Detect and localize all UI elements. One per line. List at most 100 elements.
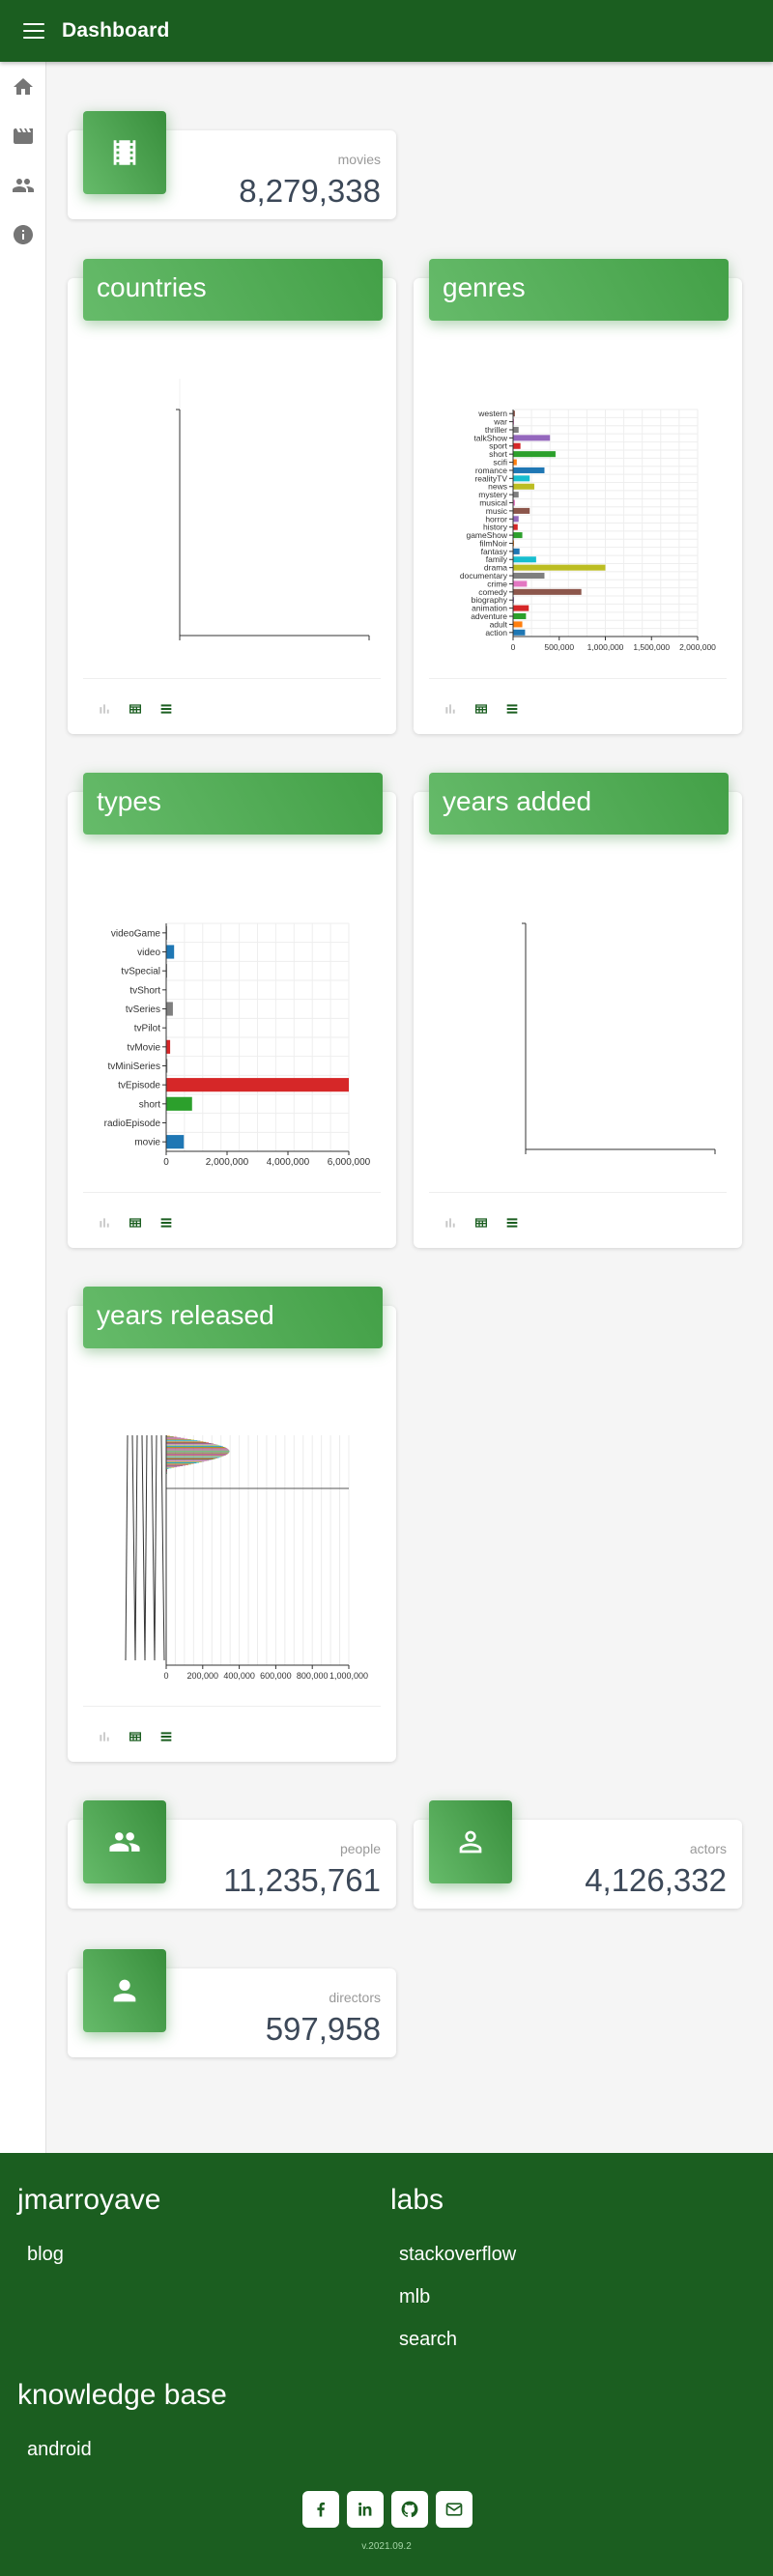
bar bbox=[166, 1456, 224, 1457]
years-added-chart-title: years added bbox=[429, 773, 729, 835]
movies-stat-card: movies 8,279,338 bbox=[68, 111, 396, 219]
bar bbox=[166, 1078, 349, 1092]
bar bbox=[513, 507, 530, 514]
menu-icon[interactable] bbox=[23, 23, 44, 39]
bar bbox=[166, 1460, 207, 1461]
list-tool[interactable] bbox=[504, 1215, 520, 1231]
bar bbox=[166, 945, 175, 959]
rail-item-info[interactable] bbox=[0, 210, 46, 259]
x-tick-label: 1,000,000 bbox=[329, 1671, 368, 1681]
countries-divider bbox=[83, 678, 381, 679]
people-icon bbox=[109, 1832, 140, 1852]
bar bbox=[513, 556, 536, 563]
genres-chart: westernwarthrillertalkShowsportshortscif… bbox=[460, 409, 716, 652]
years-added-card: years added bbox=[414, 773, 742, 1248]
bar bbox=[513, 564, 606, 571]
footer-link-android[interactable]: android bbox=[27, 2439, 92, 2461]
email-button[interactable] bbox=[436, 2491, 472, 2528]
bar bbox=[166, 1096, 192, 1111]
facebook-button[interactable] bbox=[302, 2491, 339, 2528]
directors-icon-box bbox=[83, 1949, 166, 2032]
linkedin-icon bbox=[358, 2502, 372, 2516]
bar bbox=[513, 442, 521, 449]
actors-value: 4,126,332 bbox=[585, 1862, 727, 1898]
bar bbox=[166, 1436, 174, 1437]
bar-chart-icon bbox=[445, 704, 455, 714]
years-added-divider bbox=[429, 1192, 727, 1193]
bar bbox=[166, 1455, 226, 1456]
bar bbox=[166, 1452, 230, 1454]
footer-link-search[interactable]: search bbox=[399, 2329, 457, 2351]
people-icon-box bbox=[83, 1800, 166, 1883]
years-released-view-tools bbox=[97, 1729, 174, 1744]
table-tool[interactable] bbox=[473, 701, 489, 717]
bar bbox=[166, 1465, 184, 1466]
table-icon bbox=[129, 704, 141, 714]
facebook-icon bbox=[317, 2502, 325, 2517]
overlapping-label bbox=[154, 1434, 157, 1661]
years-released-chart: 0 200,000 400,000 600,000 800,000 1,000,000 bbox=[125, 1434, 368, 1681]
footer-link-mlb[interactable]: mlb bbox=[399, 2286, 430, 2308]
list-tool[interactable] bbox=[158, 1729, 174, 1744]
actors-stat-card: actors 4,126,332 bbox=[414, 1800, 742, 1909]
bar bbox=[166, 1438, 188, 1439]
people-stat-card: people 11,235,761 bbox=[68, 1800, 396, 1909]
rail-item-movies[interactable] bbox=[0, 111, 46, 160]
x-tick-label: 800,000 bbox=[297, 1671, 329, 1681]
bar bbox=[166, 1459, 210, 1461]
bar bbox=[166, 1466, 178, 1468]
table-tool[interactable] bbox=[128, 701, 143, 717]
types-card: types videoGame video tvSpecial tvShort tvSe… bbox=[68, 773, 396, 1248]
bar bbox=[513, 524, 518, 530]
table-tool[interactable] bbox=[128, 1215, 143, 1231]
genres-chart-title: genres bbox=[429, 259, 729, 321]
x-tick-label: 2,000,000 bbox=[206, 1157, 249, 1168]
linkedin-button[interactable] bbox=[347, 2491, 384, 2528]
bar bbox=[166, 1453, 228, 1455]
bar-chart-icon bbox=[445, 1218, 455, 1228]
footer-link-stackoverflow[interactable]: stackoverflow bbox=[399, 2244, 516, 2266]
list-tool[interactable] bbox=[504, 701, 520, 717]
category-label: tvSeries bbox=[126, 1005, 160, 1015]
actors-label: actors bbox=[689, 1841, 727, 1856]
bar bbox=[166, 1441, 204, 1442]
footer-link-blog[interactable]: blog bbox=[27, 2244, 64, 2266]
rail-item-home[interactable] bbox=[0, 62, 46, 111]
x-tick-label: 0 bbox=[511, 642, 516, 652]
film-icon bbox=[113, 140, 136, 165]
bar-chart-tool[interactable] bbox=[97, 1215, 112, 1231]
list-tool[interactable] bbox=[158, 701, 174, 717]
bar bbox=[166, 1458, 214, 1460]
overlapping-label bbox=[131, 1434, 136, 1661]
bar bbox=[166, 1439, 195, 1441]
years-released-card: years released 0 200,000 400,000 600,000 800… bbox=[68, 1287, 396, 1762]
bar bbox=[166, 1466, 181, 1467]
bar bbox=[166, 1456, 223, 1458]
bar-chart-tool[interactable] bbox=[443, 1215, 458, 1231]
list-icon bbox=[160, 704, 172, 714]
github-button[interactable] bbox=[391, 2491, 428, 2528]
table-tool[interactable] bbox=[128, 1729, 143, 1744]
bar bbox=[513, 605, 530, 611]
table-tool[interactable] bbox=[473, 1215, 489, 1231]
bar bbox=[513, 548, 520, 554]
list-tool[interactable] bbox=[158, 1215, 174, 1231]
bar bbox=[513, 588, 582, 595]
x-tick-label: 1,500,000 bbox=[633, 642, 670, 652]
bar-chart-tool[interactable] bbox=[97, 1729, 112, 1744]
rail-item-people[interactable] bbox=[0, 160, 46, 210]
bar bbox=[513, 426, 519, 434]
bar-chart-tool[interactable] bbox=[97, 701, 112, 717]
overlapping-label bbox=[160, 1434, 165, 1661]
bar bbox=[513, 435, 551, 441]
overlapping-label bbox=[144, 1434, 148, 1661]
bar bbox=[166, 1448, 227, 1449]
movie-icon bbox=[14, 127, 33, 144]
x-tick-label: 0 bbox=[163, 1671, 168, 1681]
bar bbox=[166, 1442, 210, 1443]
bar bbox=[166, 1463, 194, 1464]
bar bbox=[166, 1439, 191, 1440]
version-text: v.2021.09.2 bbox=[361, 2541, 412, 2552]
social-links bbox=[302, 2491, 472, 2528]
bar-chart-tool[interactable] bbox=[443, 701, 458, 717]
